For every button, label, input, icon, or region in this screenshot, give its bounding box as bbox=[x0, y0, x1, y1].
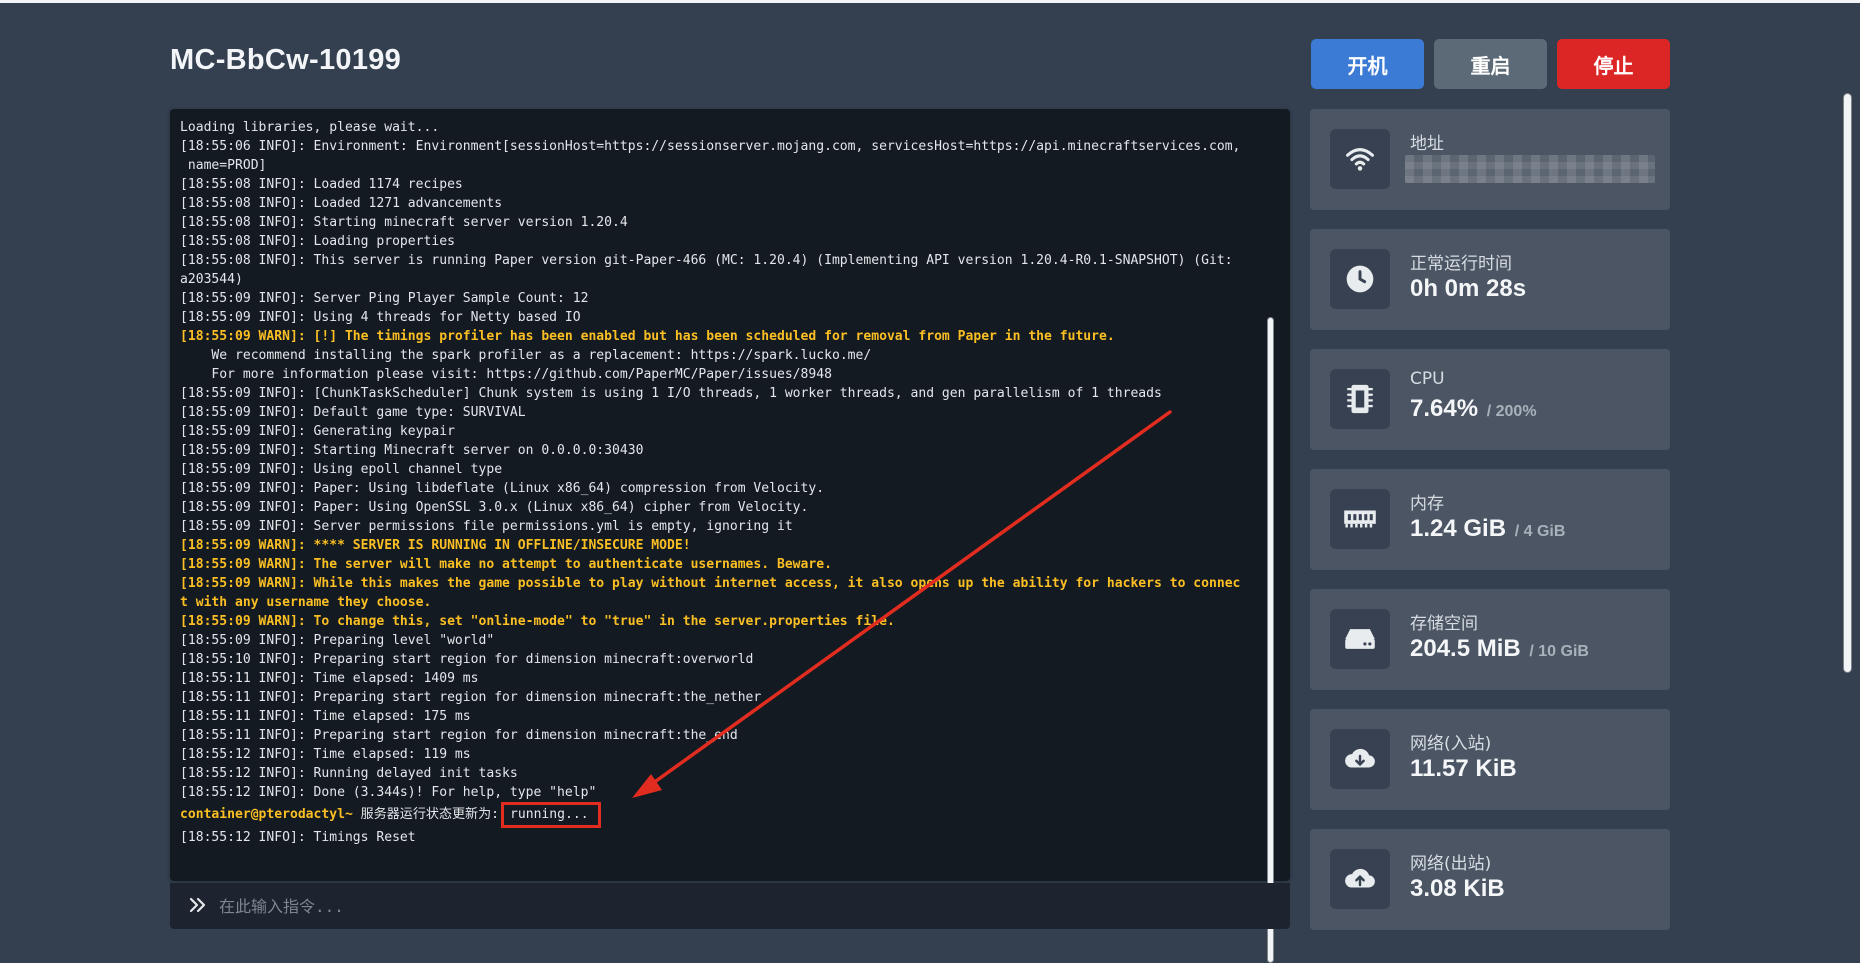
uptime-card: 正常运行时间 0h 0m 28s bbox=[1310, 229, 1670, 330]
console-line: [18:55:08 INFO]: This server is running … bbox=[180, 253, 1233, 268]
console-line: [18:55:09 INFO]: Preparing level "world" bbox=[180, 633, 495, 648]
console-warn-line: [18:55:09 WARN]: **** SERVER IS RUNNING … bbox=[180, 538, 691, 553]
stop-button[interactable]: 停止 bbox=[1557, 39, 1670, 89]
server-console-page: MC-BbCw-10199 开机 重启 停止 Loading libraries… bbox=[0, 0, 1860, 963]
storage-limit: / 10 GiB bbox=[1529, 643, 1589, 660]
address-value-redacted[interactable] bbox=[1405, 155, 1655, 183]
command-input[interactable] bbox=[219, 891, 1279, 921]
console-line: [18:55:09 INFO]: Starting Minecraft serv… bbox=[180, 443, 644, 458]
console-line: [18:55:09 INFO]: Server permissions file… bbox=[180, 519, 793, 534]
start-button[interactable]: 开机 bbox=[1311, 39, 1424, 89]
console-line: [18:55:12 INFO]: Running delayed init ta… bbox=[180, 766, 518, 781]
console-panel: Loading libraries, please wait... [18:55:… bbox=[170, 109, 1290, 963]
console-line: [18:55:12 INFO]: Time elapsed: 119 ms bbox=[180, 747, 471, 762]
prompt-user: container@pterodactyl~ bbox=[180, 807, 353, 822]
restart-button[interactable]: 重启 bbox=[1434, 39, 1547, 89]
network-in-label: 网络(入站) bbox=[1410, 734, 1492, 754]
console-line: [18:55:12 INFO]: Done (3.344s)! For help… bbox=[180, 785, 597, 800]
memory-label: 内存 bbox=[1410, 494, 1444, 514]
top-border bbox=[0, 0, 1860, 3]
console-line: [18:55:08 INFO]: Starting minecraft serv… bbox=[180, 215, 628, 230]
memory-value: 1.24 GiB / 4 GiB bbox=[1410, 515, 1566, 542]
console-warn-line: [18:55:09 WARN]: [!] The timings profile… bbox=[180, 329, 1115, 344]
console-line: For more information please visit: https… bbox=[180, 367, 832, 382]
clock-icon bbox=[1330, 249, 1390, 309]
memory-limit: / 4 GiB bbox=[1514, 523, 1566, 540]
page-scrollbar[interactable] bbox=[1843, 93, 1852, 673]
console-line: [18:55:09 INFO]: Paper: Using libdeflate… bbox=[180, 481, 825, 496]
storage-card: 存储空间 204.5 MiB / 10 GiB bbox=[1310, 589, 1670, 690]
cloud-download-icon bbox=[1330, 729, 1390, 789]
server-status-highlight: running... bbox=[501, 802, 601, 828]
cpu-value: 7.64% / 200% bbox=[1410, 395, 1537, 422]
console-output: Loading libraries, please wait... [18:55:… bbox=[180, 118, 1260, 878]
storage-label: 存储空间 bbox=[1410, 614, 1478, 634]
network-in-card: 网络(入站) 11.57 KiB bbox=[1310, 709, 1670, 810]
network-out-value: 3.08 KiB bbox=[1410, 875, 1505, 902]
cpu-limit: / 200% bbox=[1486, 403, 1537, 420]
console-warn-line: [18:55:09 WARN]: To change this, set "on… bbox=[180, 614, 895, 629]
cpu-icon bbox=[1330, 369, 1390, 429]
prompt-message: 服务器运行状态更新为: bbox=[352, 807, 499, 822]
console-line: [18:55:11 INFO]: Preparing start region … bbox=[180, 690, 762, 705]
console-warn-line: [18:55:09 WARN]: While this makes the ga… bbox=[180, 576, 1241, 591]
console-line: [18:55:09 INFO]: [ChunkTaskScheduler] Ch… bbox=[180, 386, 1162, 401]
console-warn-line: [18:55:09 WARN]: The server will make no… bbox=[180, 557, 832, 572]
cpu-label: CPU bbox=[1410, 369, 1445, 389]
address-card: 地址 bbox=[1310, 109, 1670, 210]
console-line: We recommend installing the spark profil… bbox=[180, 348, 872, 363]
console-line: [18:55:09 INFO]: Using epoll channel typ… bbox=[180, 462, 503, 477]
console-line: [18:55:11 INFO]: Preparing start region … bbox=[180, 728, 738, 743]
console-line: a203544) bbox=[180, 272, 243, 287]
console-line: [18:55:09 INFO]: Default game type: SURV… bbox=[180, 405, 526, 420]
network-in-value: 11.57 KiB bbox=[1410, 755, 1517, 782]
console-line: [18:55:08 INFO]: Loading properties bbox=[180, 234, 455, 249]
memory-card: 内存 1.24 GiB / 4 GiB bbox=[1310, 469, 1670, 570]
console-line: [18:55:08 INFO]: Loaded 1271 advancement… bbox=[180, 196, 503, 211]
console-prompt-line: container@pterodactyl~ 服务器运行状态更新为: runnin… bbox=[180, 802, 1260, 828]
console-line: [18:55:09 INFO]: Paper: Using OpenSSL 3.… bbox=[180, 500, 809, 515]
console-line: [18:55:12 INFO]: Timings Reset bbox=[180, 830, 416, 845]
uptime-label: 正常运行时间 bbox=[1410, 254, 1512, 274]
console-line: [18:55:08 INFO]: Loaded 1174 recipes bbox=[180, 177, 463, 192]
storage-value: 204.5 MiB / 10 GiB bbox=[1410, 635, 1589, 662]
address-label: 地址 bbox=[1410, 134, 1444, 154]
console-line: [18:55:09 INFO]: Using 4 threads for Net… bbox=[180, 310, 581, 325]
network-out-card: 网络(出站) 3.08 KiB bbox=[1310, 829, 1670, 930]
console-line: [18:55:11 INFO]: Time elapsed: 1409 ms bbox=[180, 671, 479, 686]
memory-icon bbox=[1330, 489, 1390, 549]
network-out-label: 网络(出站) bbox=[1410, 854, 1492, 874]
server-title: MC-BbCw-10199 bbox=[170, 44, 402, 76]
console-line: Loading libraries, please wait... bbox=[180, 120, 440, 135]
console-line: [18:55:10 INFO]: Preparing start region … bbox=[180, 652, 754, 667]
hard-drive-icon bbox=[1330, 609, 1390, 669]
console-line: name=PROD] bbox=[180, 158, 267, 173]
console-warn-line: t with any username they choose. bbox=[180, 595, 432, 610]
cpu-card: CPU 7.64% / 200% bbox=[1310, 349, 1670, 450]
console-scrollbar[interactable] bbox=[1267, 317, 1274, 963]
uptime-value: 0h 0m 28s bbox=[1410, 275, 1527, 302]
console-line: [18:55:09 INFO]: Generating keypair bbox=[180, 424, 455, 439]
cloud-upload-icon bbox=[1330, 849, 1390, 909]
console-line: [18:55:11 INFO]: Time elapsed: 175 ms bbox=[180, 709, 471, 724]
console-line: [18:55:09 INFO]: Server Ping Player Samp… bbox=[180, 291, 589, 306]
wifi-icon bbox=[1330, 129, 1390, 189]
chevrons-right-icon bbox=[189, 897, 206, 913]
console-line: [18:55:06 INFO]: Environment: Environmen… bbox=[180, 139, 1241, 154]
